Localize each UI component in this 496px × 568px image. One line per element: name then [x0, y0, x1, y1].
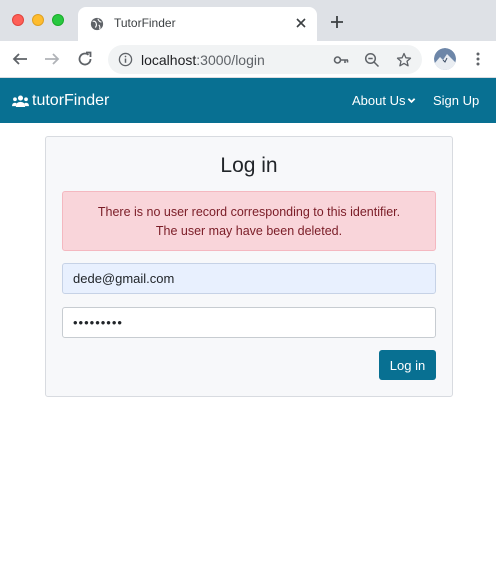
plus-icon[interactable] [330, 15, 344, 29]
brand-link[interactable]: tutorFinder [12, 92, 109, 110]
key-icon[interactable] [333, 52, 349, 68]
forward-icon[interactable] [43, 50, 61, 68]
url-host: localhost [141, 52, 197, 68]
url-text[interactable]: localhost:3000/login [141, 52, 265, 68]
close-icon[interactable] [294, 16, 308, 30]
page-title: Log in [220, 154, 278, 177]
login-card: Log in There is no user record correspon… [45, 136, 453, 397]
browser-tab[interactable]: TutorFinder [78, 7, 317, 41]
error-message-line-1: There is no user record corresponding to… [97, 205, 401, 219]
sign-up-link[interactable]: Sign Up [433, 93, 479, 108]
brand-name: tutorFinder [32, 92, 110, 109]
close-window-button[interactable] [12, 14, 24, 26]
back-icon[interactable] [11, 50, 29, 68]
tab-title: TutorFinder [114, 16, 176, 30]
profile-avatar[interactable] [434, 48, 456, 70]
error-message-line-2: The user may have been deleted. [155, 224, 343, 238]
info-icon[interactable] [118, 52, 133, 67]
globe-icon [90, 17, 104, 31]
chevron-down-icon [408, 98, 416, 104]
password-field[interactable] [62, 307, 436, 338]
minimize-window-button[interactable] [32, 14, 44, 26]
about-us-label: About Us [352, 93, 406, 108]
browser-tab-strip: TutorFinder [0, 0, 496, 41]
star-icon[interactable] [396, 52, 412, 68]
about-us-dropdown[interactable]: About Us [352, 93, 416, 108]
login-button[interactable]: Log in [379, 350, 436, 380]
email-field[interactable] [62, 263, 436, 294]
more-icon[interactable] [470, 51, 486, 67]
url-path: :3000/login [196, 52, 265, 68]
zoom-icon[interactable] [364, 52, 380, 68]
address-bar[interactable]: localhost:3000/login [108, 45, 422, 74]
browser-toolbar: localhost:3000/login [0, 41, 496, 78]
maximize-window-button[interactable] [52, 14, 64, 26]
error-alert: There is no user record corresponding to… [62, 191, 436, 251]
app-navbar: tutorFinder About Us Sign Up [0, 78, 496, 123]
users-icon [12, 95, 29, 107]
reload-icon[interactable] [76, 50, 94, 68]
